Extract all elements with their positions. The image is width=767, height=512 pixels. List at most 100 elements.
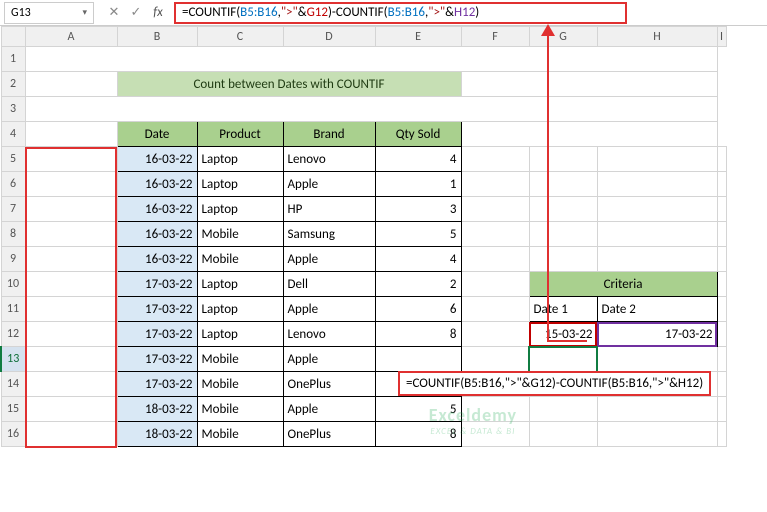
cell-date[interactable]: 17-03-22 [117, 297, 197, 322]
cell-qty[interactable]: 8 [375, 422, 461, 447]
cell-brand[interactable]: HP [283, 197, 375, 222]
cell[interactable] [717, 147, 726, 172]
row-16[interactable]: 16 [1, 422, 25, 447]
cell[interactable] [25, 197, 117, 222]
header-product[interactable]: Product [197, 122, 283, 147]
criteria-value-1[interactable]: 15-03-22 [529, 322, 597, 347]
cell[interactable] [461, 147, 529, 172]
cell-brand[interactable]: Samsung [283, 222, 375, 247]
cell-product[interactable]: Mobile [197, 247, 283, 272]
cell[interactable] [25, 297, 117, 322]
cell-brand[interactable]: Dell [283, 272, 375, 297]
cell[interactable] [461, 197, 529, 222]
cell-date[interactable]: 17-03-22 [117, 322, 197, 347]
cell-qty[interactable]: 3 [375, 197, 461, 222]
cell[interactable] [717, 372, 726, 397]
cell-date[interactable]: 17-03-22 [117, 272, 197, 297]
cell[interactable] [461, 247, 529, 272]
col-I[interactable]: I [717, 27, 726, 47]
cell-product[interactable]: Mobile [197, 397, 283, 422]
cell-product[interactable]: Mobile [197, 422, 283, 447]
accept-icon[interactable]: ✓ [126, 3, 146, 23]
cell-qty[interactable]: 4 [375, 147, 461, 172]
cell[interactable] [597, 397, 717, 422]
cell[interactable] [597, 222, 717, 247]
cell[interactable] [717, 247, 726, 272]
cell[interactable] [461, 322, 529, 347]
cell-product[interactable]: Laptop [197, 147, 283, 172]
cell[interactable] [461, 122, 717, 147]
cell-product[interactable]: Laptop [197, 272, 283, 297]
cell[interactable] [717, 347, 726, 372]
cell-brand[interactable]: Apple [283, 172, 375, 197]
cell[interactable] [717, 322, 726, 347]
cell[interactable] [461, 397, 529, 422]
cell[interactable] [597, 197, 717, 222]
cell[interactable] [25, 222, 117, 247]
criteria-label-2[interactable]: Date 2 [597, 297, 717, 322]
cell[interactable] [597, 347, 717, 372]
cell[interactable] [461, 72, 717, 97]
cell-date[interactable]: 17-03-22 [117, 347, 197, 372]
col-F[interactable]: F [461, 27, 529, 47]
cell[interactable] [25, 372, 117, 397]
cell-qty[interactable]: 5 [375, 222, 461, 247]
cell[interactable] [529, 197, 597, 222]
cell-date[interactable]: 16-03-22 [117, 247, 197, 272]
cell-product[interactable]: Mobile [197, 222, 283, 247]
row-5[interactable]: 5 [1, 147, 25, 172]
cell[interactable] [461, 422, 529, 447]
cell-qty[interactable] [375, 347, 461, 372]
cell-product[interactable]: Mobile [197, 372, 283, 397]
row-15[interactable]: 15 [1, 397, 25, 422]
cell[interactable] [597, 247, 717, 272]
cell-date[interactable]: 18-03-22 [117, 397, 197, 422]
col-H[interactable]: H [597, 27, 717, 47]
cell-product[interactable]: Laptop [197, 322, 283, 347]
cell[interactable] [597, 172, 717, 197]
cell[interactable] [597, 422, 717, 447]
criteria-label-1[interactable]: Date 1 [529, 297, 597, 322]
col-A[interactable]: A [25, 27, 117, 47]
cell[interactable] [717, 422, 726, 447]
row-11[interactable]: 11 [1, 297, 25, 322]
row-9[interactable]: 9 [1, 247, 25, 272]
cell[interactable] [717, 397, 726, 422]
chevron-down-icon[interactable]: ▾ [82, 7, 87, 18]
cell-date[interactable]: 16-03-22 [117, 147, 197, 172]
row-10[interactable]: 10 [1, 272, 25, 297]
row-1[interactable]: 1 [1, 47, 25, 72]
row-12[interactable]: 12 [1, 322, 25, 347]
cell-brand[interactable]: OnePlus [283, 422, 375, 447]
cell[interactable] [529, 172, 597, 197]
cell[interactable] [25, 322, 117, 347]
cell-brand[interactable]: Apple [283, 397, 375, 422]
header-brand[interactable]: Brand [283, 122, 375, 147]
fx-icon[interactable]: fx [148, 3, 168, 23]
active-cell-g13[interactable] [529, 347, 597, 372]
cell[interactable] [529, 147, 597, 172]
col-C[interactable]: C [197, 27, 283, 47]
cell-brand[interactable]: Apple [283, 247, 375, 272]
cell[interactable] [597, 147, 717, 172]
cell-date[interactable]: 17-03-22 [117, 372, 197, 397]
cell[interactable] [461, 222, 529, 247]
cell[interactable] [717, 197, 726, 222]
cell-brand[interactable]: Apple [283, 347, 375, 372]
row-4[interactable]: 4 [1, 122, 25, 147]
row-3[interactable]: 3 [1, 97, 25, 122]
cell[interactable] [25, 47, 717, 72]
formula-input[interactable]: =COUNTIF(B5:B16,">"&G12)-COUNTIF(B5:B16,… [174, 2, 627, 24]
cell[interactable] [25, 72, 117, 97]
row-8[interactable]: 8 [1, 222, 25, 247]
criteria-value-2[interactable]: 17-03-22 [597, 322, 717, 347]
cancel-icon[interactable]: ✕ [104, 3, 124, 23]
cell[interactable] [461, 347, 529, 372]
col-G[interactable]: G [529, 27, 597, 47]
cell-qty[interactable]: 5 [375, 397, 461, 422]
cell[interactable] [529, 397, 597, 422]
cell-brand[interactable]: Apple [283, 297, 375, 322]
title-cell[interactable]: Count between Dates with COUNTIF [117, 72, 461, 97]
cell[interactable] [25, 172, 117, 197]
cell-product[interactable]: Laptop [197, 197, 283, 222]
